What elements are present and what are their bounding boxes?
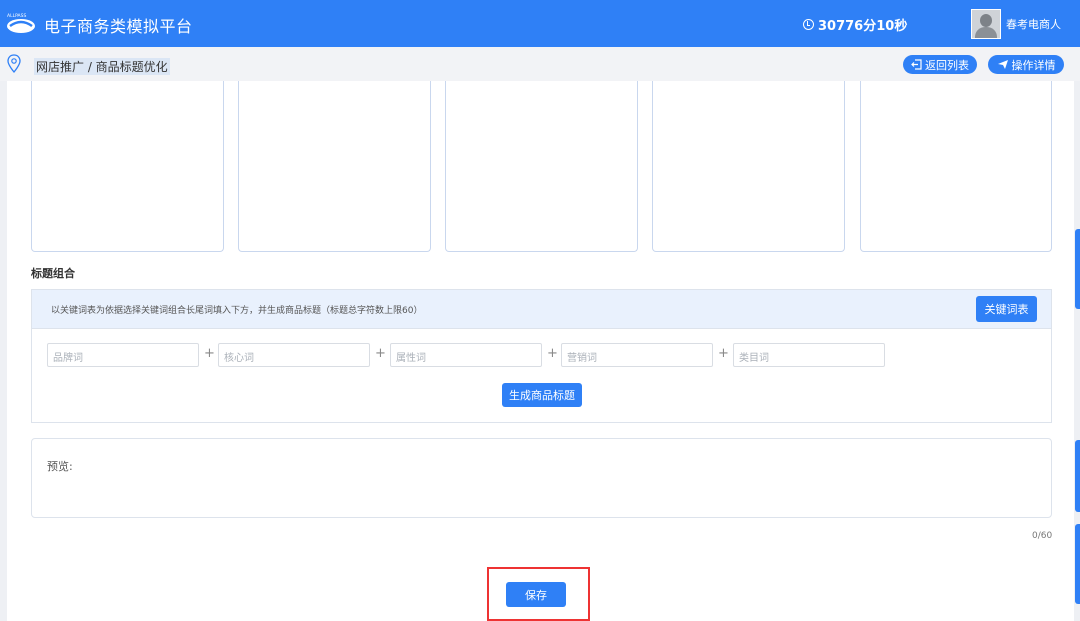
instruction-banner: 以关键词表为依据选择关键词组合长尾词填入下方，并生成商品标题（标题总字符数上限6… xyxy=(32,290,1051,329)
back-to-list-label: 返回列表 xyxy=(925,58,969,72)
character-counter: 0/60 xyxy=(1032,531,1053,541)
title-combination-panel: 以关键词表为依据选择关键词组合长尾词填入下方，并生成商品标题（标题总字符数上限6… xyxy=(31,289,1052,423)
image-slot[interactable] xyxy=(238,81,431,252)
category-word-input[interactable]: 类目词 xyxy=(733,343,885,367)
image-slot[interactable] xyxy=(652,81,845,252)
plus-icon: + xyxy=(718,346,729,361)
timer-value: 30776分10秒 xyxy=(818,19,908,34)
save-button[interactable]: 保存 xyxy=(506,582,566,607)
exit-icon xyxy=(911,59,922,70)
side-panel-tab[interactable] xyxy=(1075,440,1080,512)
plus-icon: + xyxy=(547,346,558,361)
main-content: 标题组合 以关键词表为依据选择关键词组合长尾词填入下方，并生成商品标题（标题总字… xyxy=(7,81,1074,621)
core-word-input[interactable]: 核心词 xyxy=(218,343,370,367)
avatar[interactable] xyxy=(971,9,1001,39)
attribute-word-input[interactable]: 属性词 xyxy=(390,343,542,367)
countdown-timer: 30776分10秒 xyxy=(803,15,907,34)
preview-label: 预览: xyxy=(47,460,73,473)
instruction-text: 以关键词表为依据选择关键词组合长尾词填入下方，并生成商品标题（标题总字符数上限6… xyxy=(51,306,423,316)
preview-box: 预览: xyxy=(31,438,1052,518)
send-icon xyxy=(997,60,1008,69)
location-pin-icon xyxy=(7,54,21,73)
top-bar: ALLPASS 电子商务类模拟平台 30776分10秒 春考电商人 xyxy=(0,0,1080,47)
image-slot[interactable] xyxy=(31,81,224,252)
image-slot[interactable] xyxy=(445,81,638,252)
plus-icon: + xyxy=(375,346,386,361)
keyword-table-button[interactable]: 关键词表 xyxy=(976,296,1037,322)
operation-details-label: 操作详情 xyxy=(1011,58,1056,72)
section-title: 标题组合 xyxy=(31,267,75,280)
back-to-list-button[interactable]: 返回列表 xyxy=(903,55,977,74)
image-slot[interactable] xyxy=(860,81,1052,252)
breadcrumb: 网店推广 / 商品标题优化 xyxy=(34,58,170,75)
app-title: 电子商务类模拟平台 xyxy=(44,17,193,36)
clock-icon xyxy=(803,19,814,30)
side-panel-tab[interactable] xyxy=(1075,229,1080,309)
brand-word-input[interactable]: 品牌词 xyxy=(47,343,199,367)
plus-icon: + xyxy=(204,346,215,361)
allpass-logo: ALLPASS xyxy=(7,13,35,33)
generate-title-button[interactable]: 生成商品标题 xyxy=(502,383,582,407)
operation-details-button[interactable]: 操作详情 xyxy=(988,55,1064,74)
username[interactable]: 春考电商人 xyxy=(1006,16,1061,32)
marketing-word-input[interactable]: 营销词 xyxy=(561,343,713,367)
svg-text:ALLPASS: ALLPASS xyxy=(7,13,26,19)
side-panel-tab[interactable] xyxy=(1075,524,1080,604)
